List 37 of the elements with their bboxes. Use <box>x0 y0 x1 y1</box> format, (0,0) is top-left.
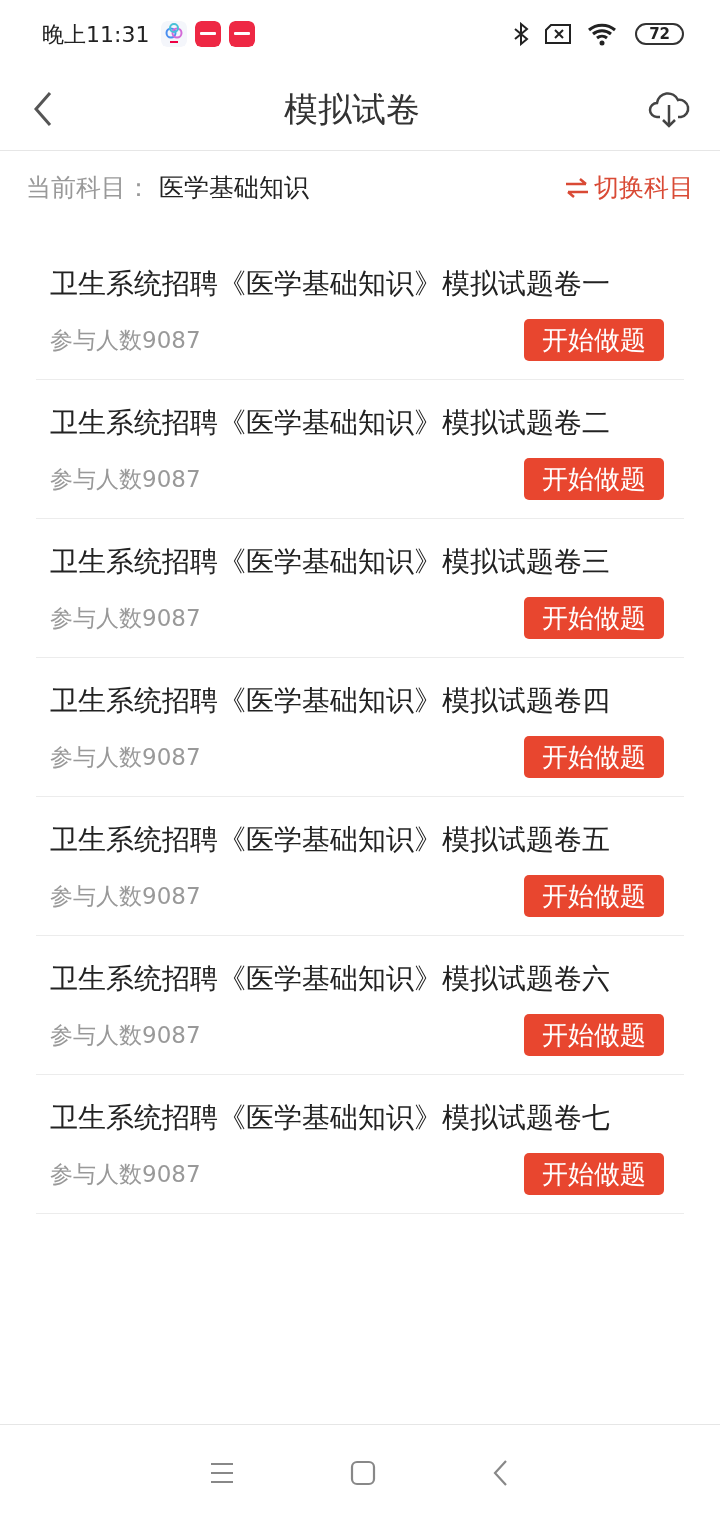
page-title: 模拟试卷 <box>284 87 420 131</box>
paper-title: 卫生系统招聘《医学基础知识》模拟试题卷六 <box>50 961 611 997</box>
battery-level: 72 <box>635 23 684 45</box>
participant-count: 参与人数9087 <box>50 742 201 772</box>
participant-count: 参与人数9087 <box>50 603 201 633</box>
no-sim-icon <box>545 24 572 44</box>
start-button[interactable]: 开始做题 <box>524 736 664 778</box>
start-button[interactable]: 开始做题 <box>524 1014 664 1056</box>
start-button[interactable]: 开始做题 <box>524 1153 664 1195</box>
participant-count: 参与人数9087 <box>50 325 201 355</box>
participant-count: 参与人数9087 <box>50 1020 201 1050</box>
paper-title: 卫生系统招聘《医学基础知识》模拟试题卷五 <box>50 822 611 858</box>
start-button[interactable]: 开始做题 <box>524 458 664 500</box>
bluetooth-icon <box>513 22 530 46</box>
subject-name: 医学基础知识 <box>159 172 309 205</box>
paper-title: 卫生系统招聘《医学基础知识》模拟试题卷四 <box>50 683 611 719</box>
menu-icon[interactable] <box>210 1461 234 1484</box>
paper-title: 卫生系统招聘《医学基础知识》模拟试题卷二 <box>50 405 611 441</box>
participant-count: 参与人数9087 <box>50 1159 201 1189</box>
home-icon[interactable] <box>350 1459 376 1486</box>
status-time: 晚上11:31 <box>42 20 150 49</box>
app-icon <box>195 21 222 47</box>
switch-subject-button[interactable]: 切换科目 <box>564 169 694 207</box>
cloud-download-icon[interactable] <box>648 89 690 129</box>
participant-count: 参与人数9087 <box>50 881 201 911</box>
participant-count: 参与人数9087 <box>50 464 201 494</box>
back-icon[interactable] <box>492 1458 510 1487</box>
start-button[interactable]: 开始做题 <box>524 597 664 639</box>
paper-title: 卫生系统招聘《医学基础知识》模拟试题卷三 <box>50 544 611 580</box>
paper-title: 卫生系统招聘《医学基础知识》模拟试题卷七 <box>50 1100 611 1136</box>
app-icon <box>161 21 188 47</box>
swap-icon <box>564 177 590 199</box>
app-icon <box>229 21 256 47</box>
paper-title: 卫生系统招聘《医学基础知识》模拟试题卷一 <box>50 266 611 302</box>
subject-label: 当前科目： <box>26 172 151 205</box>
start-button[interactable]: 开始做题 <box>524 319 664 361</box>
start-button[interactable]: 开始做题 <box>524 875 664 917</box>
